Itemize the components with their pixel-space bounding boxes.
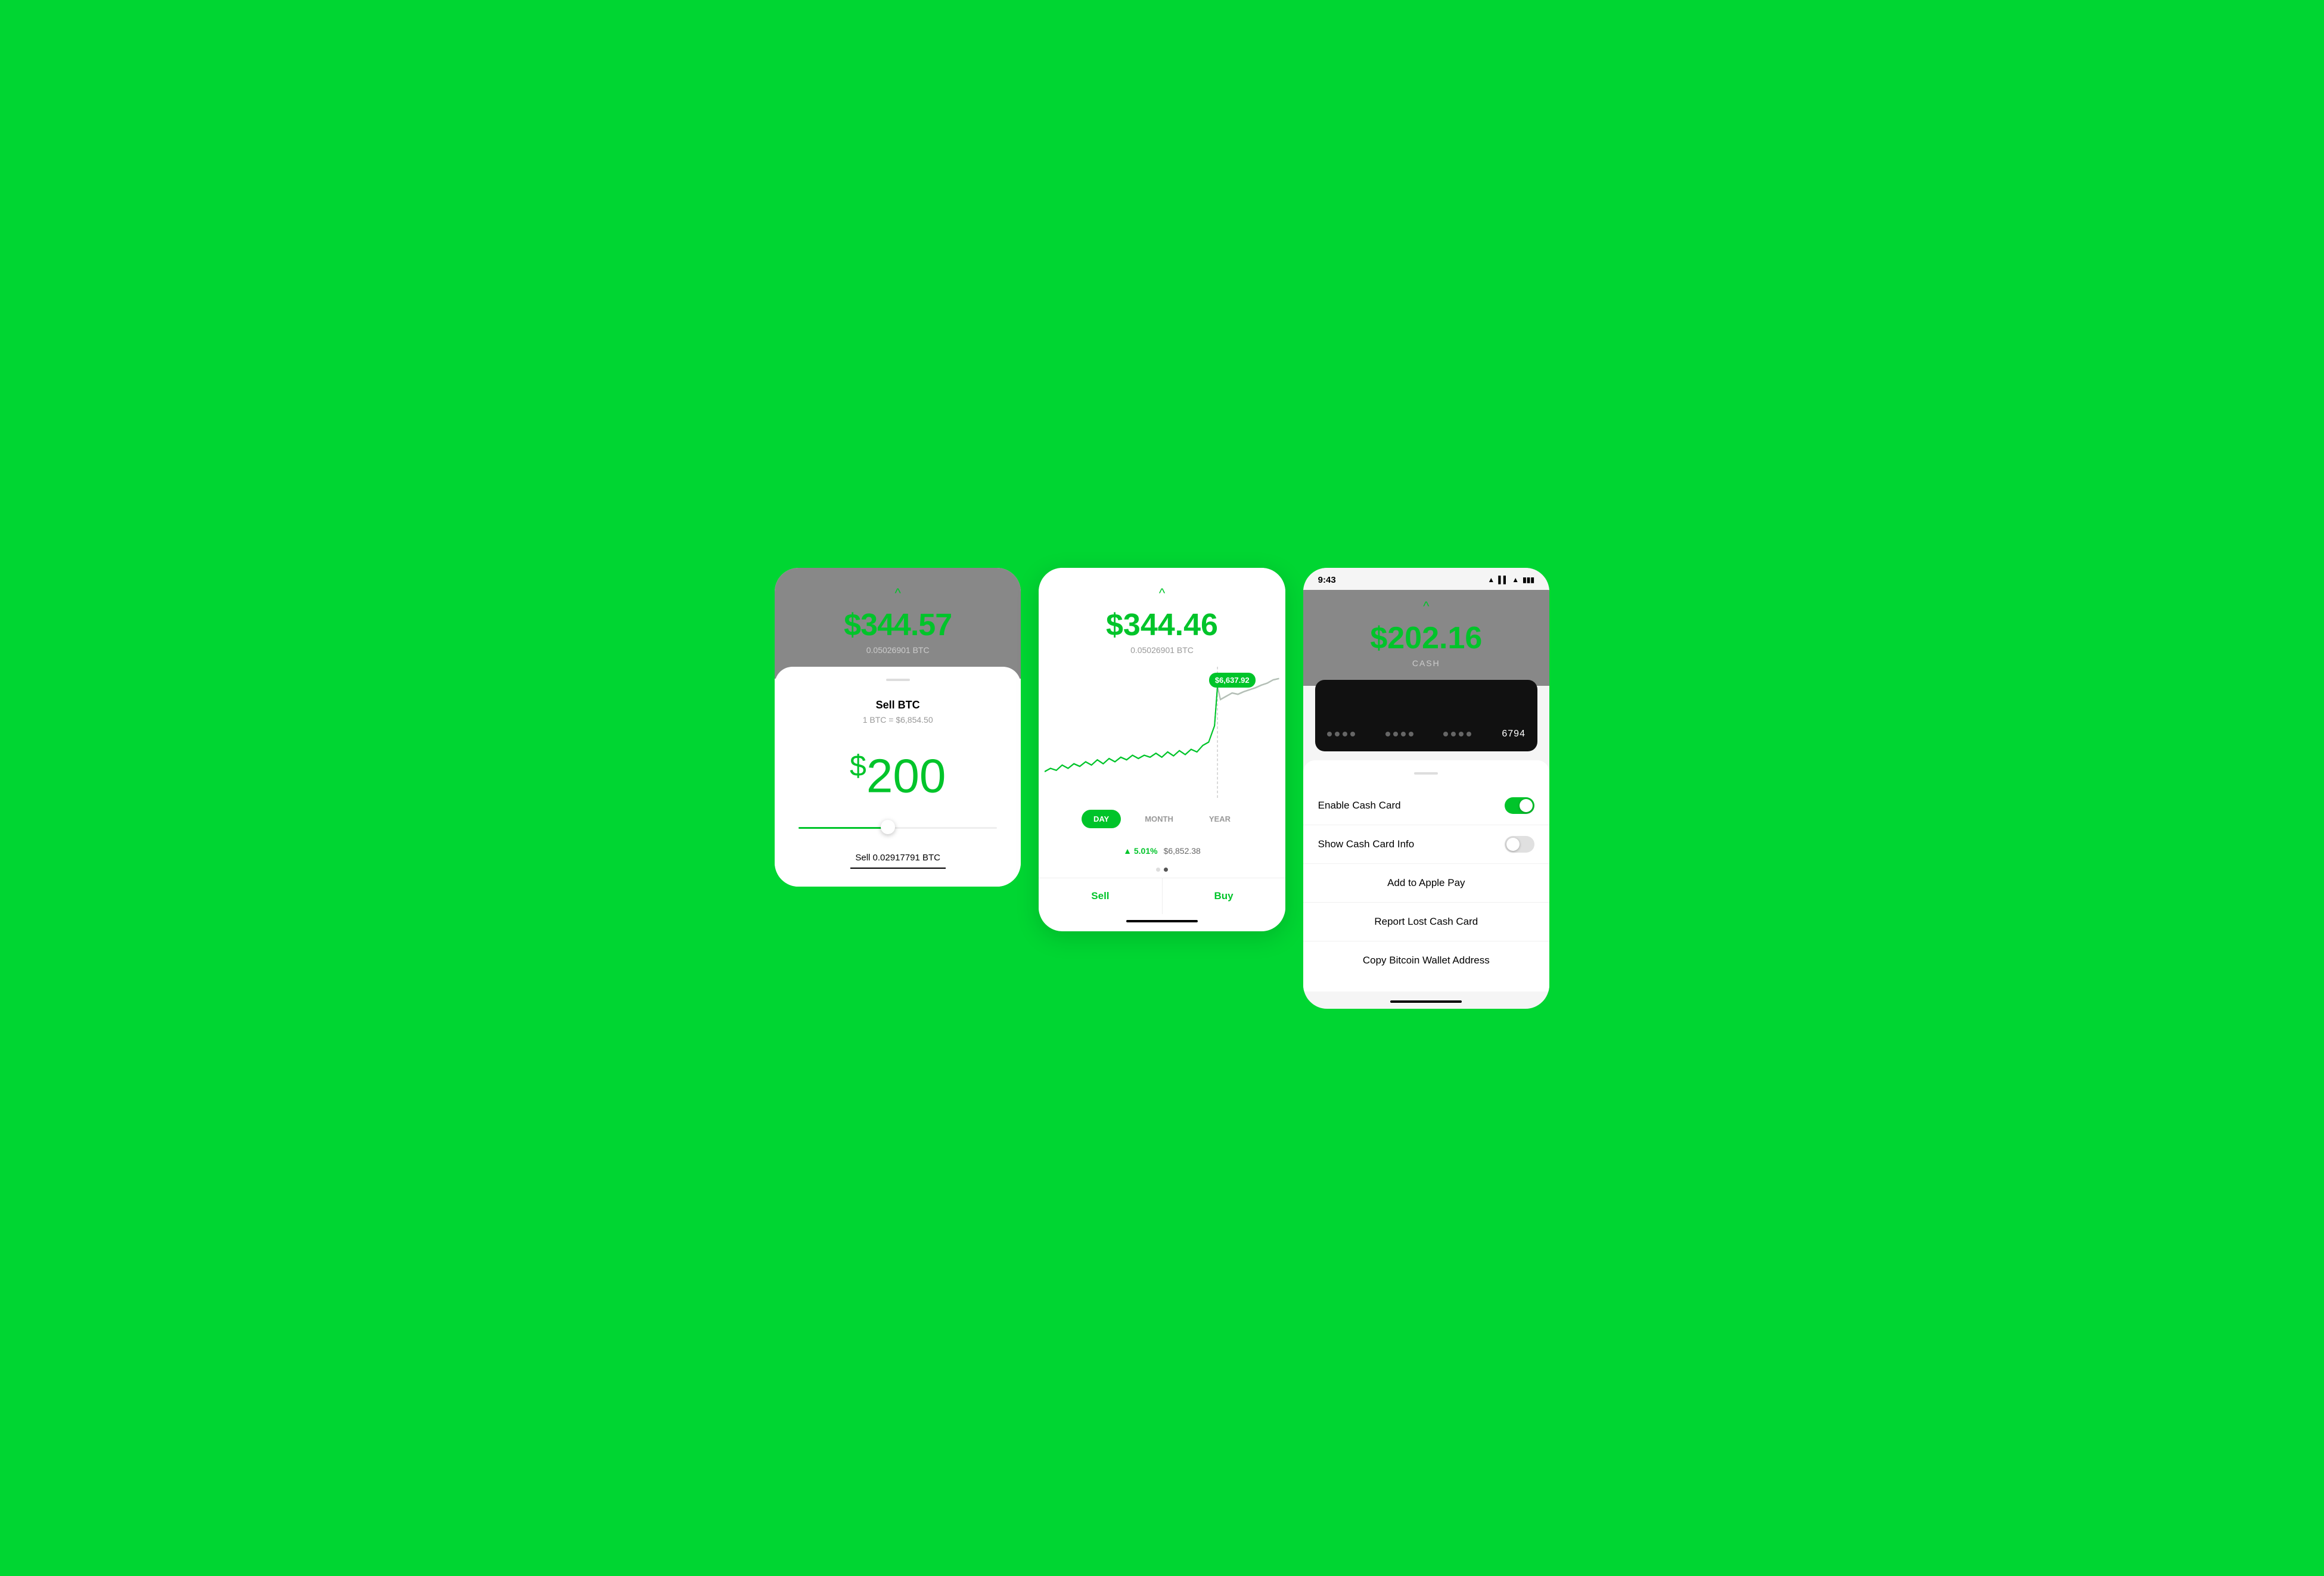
sell-dollar-amount: $200	[793, 748, 1003, 804]
time-tabs: DAY MONTH YEAR	[1039, 804, 1285, 834]
menu-item-enable-cash-card[interactable]: Enable Cash Card	[1303, 787, 1549, 825]
chart-price-bubble: $6,637.92	[1209, 673, 1256, 688]
screen1-btc-amount: 0.05026901 BTC	[787, 645, 1009, 655]
tab-month[interactable]: MONTH	[1133, 810, 1185, 828]
menu-item-show-cash-card-info[interactable]: Show Cash Card Info	[1303, 825, 1549, 863]
btc-chart-area: $6,637.92	[1039, 667, 1285, 798]
card-dot	[1335, 732, 1340, 736]
status-time: 9:43	[1318, 575, 1336, 585]
enable-cash-card-label: Enable Cash Card	[1318, 800, 1401, 812]
sell-button[interactable]: Sell	[1039, 878, 1162, 914]
slider-track	[799, 827, 997, 829]
cash-card-menu: Enable Cash Card Show Cash Card Info Add…	[1303, 760, 1549, 991]
dollar-sign: $	[850, 749, 866, 782]
home-indicator	[1126, 920, 1198, 922]
card-dot	[1409, 732, 1413, 736]
screen3-home-indicator	[1390, 1000, 1462, 1003]
battery-icon: ▮▮▮	[1523, 576, 1534, 584]
status-icons: ▲ ▌▌ ▲ ▮▮▮	[1487, 576, 1534, 584]
screen3-top-bg: ^ $202.16 CASH	[1303, 590, 1549, 686]
tab-day[interactable]: DAY	[1082, 810, 1121, 828]
screen-sell-btc: ^ $344.57 0.05026901 BTC Sell BTC 1 BTC …	[775, 568, 1021, 887]
card-number-dots: 6794	[1327, 729, 1525, 739]
screen1-top-bg: ^ $344.57 0.05026901 BTC	[775, 568, 1021, 679]
screen-btc-chart: ^ $344.46 0.05026901 BTC $6,637.92 DAY M…	[1039, 568, 1285, 931]
screen3-chevron-icon[interactable]: ^	[1315, 599, 1537, 614]
card-last-digits: 6794	[1502, 729, 1525, 739]
screen2-chevron-icon[interactable]: ^	[1051, 586, 1273, 601]
screen3-cash-balance: $202.16	[1315, 620, 1537, 656]
menu-item-report-lost-cash-card[interactable]: Report Lost Cash Card	[1303, 903, 1549, 941]
slider-thumb[interactable]	[881, 820, 895, 834]
card-dot-group-2	[1385, 732, 1413, 736]
screen2-top-area: ^ $344.46 0.05026901 BTC	[1039, 568, 1285, 661]
menu-item-add-to-apple-pay[interactable]: Add to Apple Pay	[1303, 864, 1549, 902]
sell-btc-underline	[850, 868, 946, 869]
screen1-btc-balance: $344.57	[787, 607, 1009, 643]
signal-icon: ▌▌	[1498, 576, 1508, 584]
wifi-icon: ▲	[1512, 576, 1519, 584]
card-dot	[1393, 732, 1398, 736]
stats-row: ▲ 5.01% $6,852.38	[1039, 840, 1285, 862]
dot-indicators	[1039, 868, 1285, 872]
enable-cash-card-toggle[interactable]	[1505, 797, 1534, 814]
status-bar: 9:43 ▲ ▌▌ ▲ ▮▮▮	[1303, 568, 1549, 590]
sell-btc-subtitle: 1 BTC = $6,854.50	[793, 715, 1003, 725]
tab-year[interactable]: YEAR	[1197, 810, 1242, 828]
sell-btc-title: Sell BTC	[793, 699, 1003, 711]
card-dot	[1443, 732, 1448, 736]
cash-card-visual: 6794	[1315, 680, 1537, 751]
card-dot	[1343, 732, 1347, 736]
toggle-knob-on	[1520, 799, 1533, 812]
menu-item-copy-bitcoin-wallet-address[interactable]: Copy Bitcoin Wallet Address	[1303, 941, 1549, 980]
slider-fill	[799, 827, 888, 829]
card-dot	[1459, 732, 1464, 736]
card-dot	[1385, 732, 1390, 736]
card-dot-group-3	[1443, 732, 1471, 736]
drag-handle[interactable]	[886, 679, 910, 681]
location-icon: ▲	[1487, 576, 1495, 584]
screens-container: ^ $344.57 0.05026901 BTC Sell BTC 1 BTC …	[775, 568, 1549, 1009]
card-dot	[1451, 732, 1456, 736]
dot-1	[1156, 868, 1160, 872]
dot-2	[1164, 868, 1168, 872]
screen3-cash-label: CASH	[1315, 658, 1537, 668]
sell-slider[interactable]	[799, 827, 997, 829]
show-cash-card-info-toggle[interactable]	[1505, 836, 1534, 853]
show-cash-card-info-label: Show Cash Card Info	[1318, 838, 1415, 850]
card-dot	[1401, 732, 1406, 736]
buy-sell-buttons: Sell Buy	[1039, 878, 1285, 914]
toggle-knob-off	[1506, 838, 1520, 851]
screen2-btc-amount: 0.05026901 BTC	[1051, 645, 1273, 655]
screen-cash-card: 9:43 ▲ ▌▌ ▲ ▮▮▮ ^ $202.16 CASH	[1303, 568, 1549, 1009]
screen1-bottom-card: Sell BTC 1 BTC = $6,854.50 $200 Sell 0.0…	[775, 667, 1021, 887]
card-dot	[1467, 732, 1471, 736]
card-dot	[1350, 732, 1355, 736]
card-dot-group-1	[1327, 732, 1355, 736]
sheet-drag-handle[interactable]	[1414, 772, 1438, 775]
stats-percentage: ▲ 5.01%	[1123, 846, 1157, 856]
screen2-btc-balance: $344.46	[1051, 607, 1273, 643]
buy-button[interactable]: Buy	[1163, 878, 1285, 914]
sell-btc-label: Sell 0.02917791 BTC	[793, 853, 1003, 863]
stats-price: $6,852.38	[1164, 846, 1201, 856]
card-dot	[1327, 732, 1332, 736]
chevron-up-icon[interactable]: ^	[787, 586, 1009, 601]
